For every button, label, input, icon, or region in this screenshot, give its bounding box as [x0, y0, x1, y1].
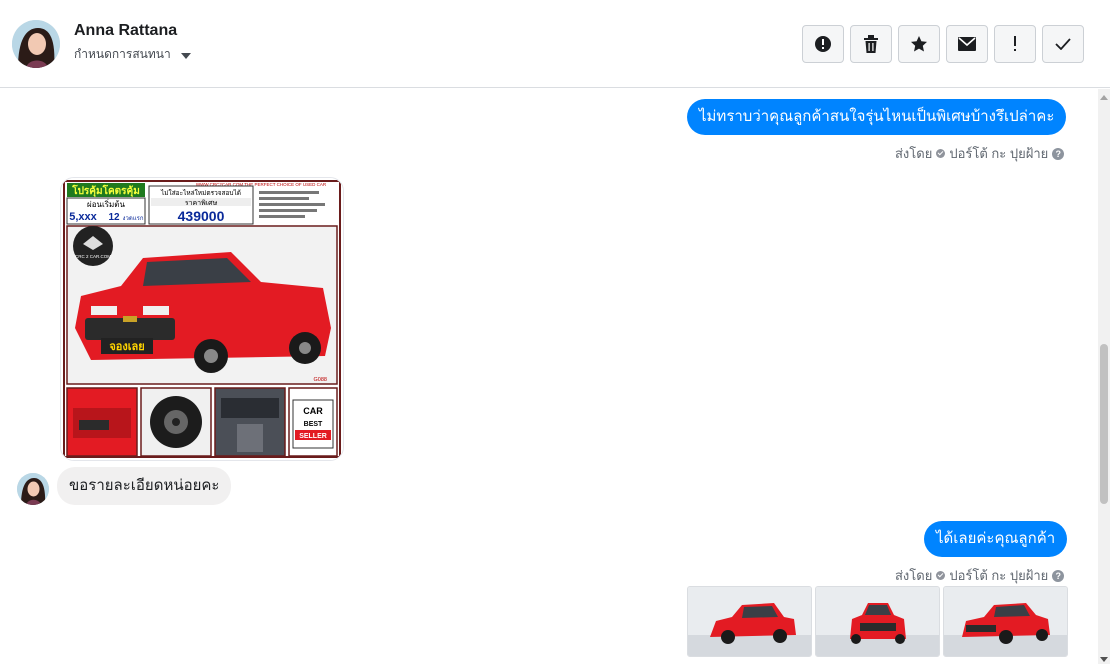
ad-seller-2: BEST: [304, 421, 323, 428]
star-icon: [911, 36, 927, 52]
sent-by-info: ส่งโดย ปอร์โต้ กะ ปุยฝ้าย ?: [895, 565, 1065, 586]
ad-term: 12: [108, 212, 120, 223]
ad-down-value: 5,xxx: [69, 211, 97, 223]
car-photo: [816, 587, 939, 656]
mark-important-button[interactable]: [994, 25, 1036, 63]
star-button[interactable]: [898, 25, 940, 63]
outgoing-message[interactable]: ได้เลยค่ะคุณลูกค้า: [924, 521, 1068, 557]
ad-badge: จองเลย: [109, 341, 144, 353]
trash-icon: [864, 35, 878, 53]
sent-by-label: ส่งโดย: [895, 146, 933, 161]
ad-code: G088: [314, 377, 327, 383]
incoming-message[interactable]: ขอรายละเอียดหน่อยคะ: [57, 467, 232, 505]
check-circle-icon: [936, 571, 946, 580]
outgoing-photo[interactable]: [815, 586, 940, 657]
ad-seller-1: CAR: [303, 406, 323, 416]
car-photo: [944, 587, 1067, 656]
ad-price-label: ราคาพิเศษ: [185, 199, 218, 207]
outgoing-photo[interactable]: [943, 586, 1068, 657]
scrollbar-thumb[interactable]: [1100, 344, 1108, 504]
mail-button[interactable]: [946, 25, 988, 63]
contact-avatar-small[interactable]: [17, 473, 49, 505]
conversation-schedule[interactable]: กำหนดการสนทนา: [74, 45, 191, 64]
ad-logo: CRC 2 CAR.COM: [75, 254, 111, 259]
sent-by-label: ส่งโดย: [895, 568, 933, 583]
ad-seller-3: SELLER: [299, 433, 327, 440]
help-icon[interactable]: ?: [1052, 569, 1065, 582]
help-icon[interactable]: ?: [1052, 147, 1065, 160]
sent-by-info: ส่งโดย ปอร์โต้ กะ ปุยฝ้าย ?: [895, 143, 1065, 164]
conversation-schedule-label: กำหนดการสนทนา: [74, 47, 171, 61]
ad-down-label: ผ่อนเริ่มต้น: [87, 198, 125, 209]
ad-price: 439000: [178, 208, 225, 224]
scrollbar[interactable]: [1098, 89, 1110, 664]
contact-name: Anna Rattana: [74, 22, 178, 39]
mark-done-button[interactable]: [1042, 25, 1084, 63]
scroll-down-arrow-icon[interactable]: [1100, 657, 1108, 662]
report-button[interactable]: [802, 25, 844, 63]
ad-headline: โปรคุ้มโคตรคุ้ม: [71, 184, 140, 197]
ad-term-unit: งวดแรก: [123, 215, 144, 222]
contact-avatar[interactable]: [12, 20, 60, 68]
scroll-up-arrow-icon[interactable]: [1100, 95, 1108, 100]
delete-button[interactable]: [850, 25, 892, 63]
outgoing-message[interactable]: ไม่ทราบว่าคุณลูกค้าสนใจรุ่นไหนเป็นพิเศษบ…: [687, 99, 1067, 135]
incoming-photo[interactable]: โปรคุ้มโคตรคุ้ม ผ่อนเริ่มต้น 5,xxx 12 งว…: [60, 177, 344, 461]
mail-icon: [958, 37, 976, 51]
exclamation-icon: [1014, 36, 1016, 51]
sender-name: ปอร์โต้ กะ ปุยฝ้าย: [949, 568, 1049, 583]
check-circle-icon: [936, 149, 946, 158]
check-icon: [1055, 38, 1071, 50]
report-icon: [815, 36, 831, 52]
sender-name: ปอร์โต้ กะ ปุยฝ้าย: [949, 146, 1049, 161]
outgoing-photo[interactable]: [687, 586, 812, 657]
car-photo: [688, 587, 811, 656]
chevron-down-icon[interactable]: [180, 52, 191, 59]
conversation-header: Anna Rattana กำหนดการสนทนา: [0, 0, 1110, 88]
action-toolbar: [802, 25, 1084, 63]
ad-banner: ไม่ใส่อะไหล่ใหม่ตรวจสอบได้: [160, 189, 241, 197]
car-ad-image: โปรคุ้มโคตรคุ้ม ผ่อนเริ่มต้น 5,xxx 12 งว…: [61, 178, 343, 460]
